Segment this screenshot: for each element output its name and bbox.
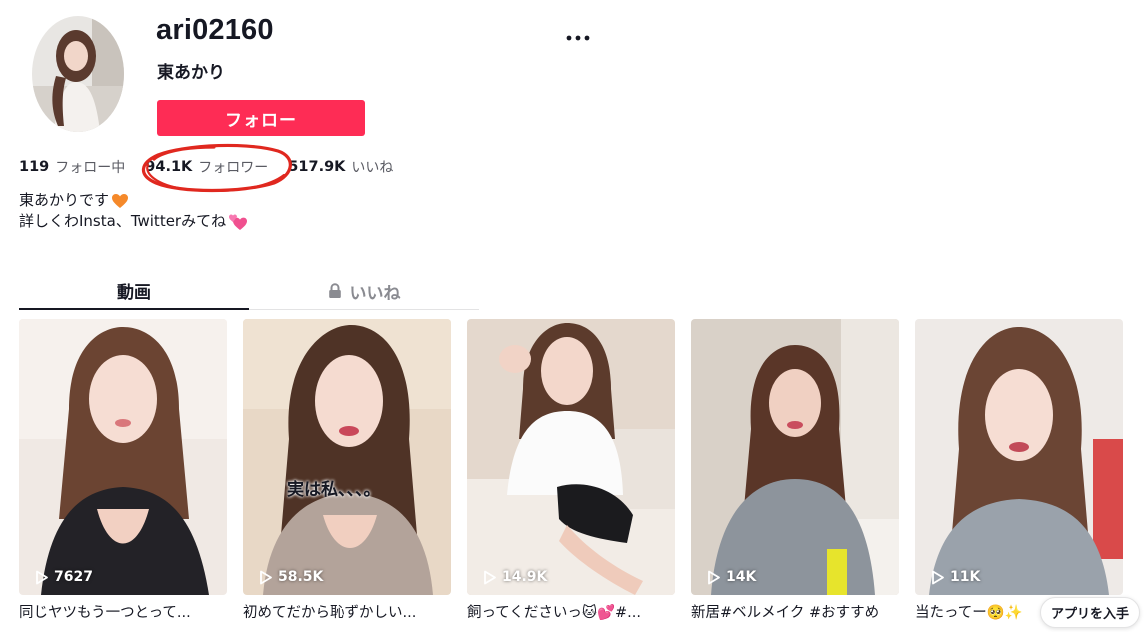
video-overlay-text: 実は私、、、。 [287,480,381,500]
video-thumbnail[interactable]: 実は私、、、。 58.5K [243,319,451,595]
profile-stats: 119 フォロー中 94.1K フォロワー 517.9K いいね [19,156,413,178]
video-thumbnail[interactable]: 14.9K [467,319,675,595]
video-caption[interactable]: 初めてだから恥ずかしい... [243,601,451,621]
profile-page: ari02160 東あかり フォロー 119 フォロー中 94.1K フォロワー… [0,0,1148,632]
play-icon [484,570,496,584]
video-thumbnail-image [467,319,675,595]
play-icon [932,570,944,584]
play-icon [36,570,48,584]
video-card[interactable]: 11K 当たってー🥺✨ [915,319,1123,621]
followers-label: フォロワー [198,160,269,176]
following-label: フォロー中 [55,160,126,176]
tab-videos[interactable]: 動画 [19,272,249,310]
video-grid: 7627 同じヤツもう一つとって... 実は私、、、。 58.5K 初めてだから… [19,319,1123,621]
video-thumbnail-image [691,319,899,595]
play-icon [708,570,720,584]
video-caption[interactable]: 同じヤツもう一つとって... [19,601,227,621]
followers-count: 94.1K [145,159,193,175]
lock-icon [328,283,341,298]
likes-count: 517.9K [288,159,346,175]
tab-videos-label: 動画 [117,282,151,303]
bio-text-1: 東あかりです [19,191,110,209]
video-thumbnail[interactable]: 11K [915,319,1123,595]
video-thumbnail[interactable]: 7627 [19,319,227,595]
play-count-value: 58.5K [278,569,324,585]
avatar[interactable] [32,16,124,132]
tab-liked-label: いいね [349,283,401,304]
get-app-button[interactable]: アプリを入手 [1040,597,1140,628]
video-card[interactable]: 14K 新居#ベルメイク #おすすめ [691,319,899,621]
play-count-value: 14.9K [502,569,548,585]
more-options-button[interactable] [558,22,598,54]
play-count-value: 14K [726,569,757,585]
orange-heart-icon [112,193,129,208]
video-thumbnail[interactable]: 14K [691,319,899,595]
video-card[interactable]: 7627 同じヤツもう一つとって... [19,319,227,621]
bio-text-2: 詳しくわInsta、Twitterみてね [19,212,227,230]
profile-tabs: 動画 いいね [19,272,479,310]
play-count-value: 7627 [54,569,93,585]
video-card[interactable]: 14.9K 飼ってくださいっ🐱💕#... [467,319,675,621]
video-card[interactable]: 実は私、、、。 58.5K 初めてだから恥ずかしい... [243,319,451,621]
play-count: 7627 [35,569,93,585]
follow-button[interactable]: フォロー [157,100,365,136]
username: ari02160 [156,14,274,46]
two-hearts-icon [229,214,248,230]
play-count: 14.9K [483,569,547,585]
bio-line-2: 詳しくわInsta、Twitterみてね [19,211,248,232]
video-thumbnail-image [19,319,227,595]
bio: 東あかりです 詳しくわInsta、Twitterみてね [19,190,248,232]
video-caption[interactable]: 飼ってくださいっ🐱💕#... [467,601,675,621]
play-count: 14K [707,569,756,585]
following-count: 119 [19,159,50,175]
followers-stat[interactable]: 94.1K フォロワー [145,157,268,177]
video-thumbnail-image [243,319,451,595]
play-count: 11K [931,569,980,585]
avatar-photo [32,16,124,132]
following-stat[interactable]: 119 フォロー中 [19,157,125,177]
likes-label: いいね [351,160,394,176]
play-icon [260,570,272,584]
play-count-value: 11K [950,569,981,585]
more-horizontal-icon [566,35,590,41]
bio-line-1: 東あかりです [19,190,248,211]
play-count: 58.5K [259,569,323,585]
likes-stat: 517.9K いいね [288,157,393,177]
nickname: 東あかり [157,63,225,83]
tab-liked[interactable]: いいね [249,272,479,310]
video-caption[interactable]: 新居#ベルメイク #おすすめ [691,601,899,621]
video-thumbnail-image [915,319,1123,595]
